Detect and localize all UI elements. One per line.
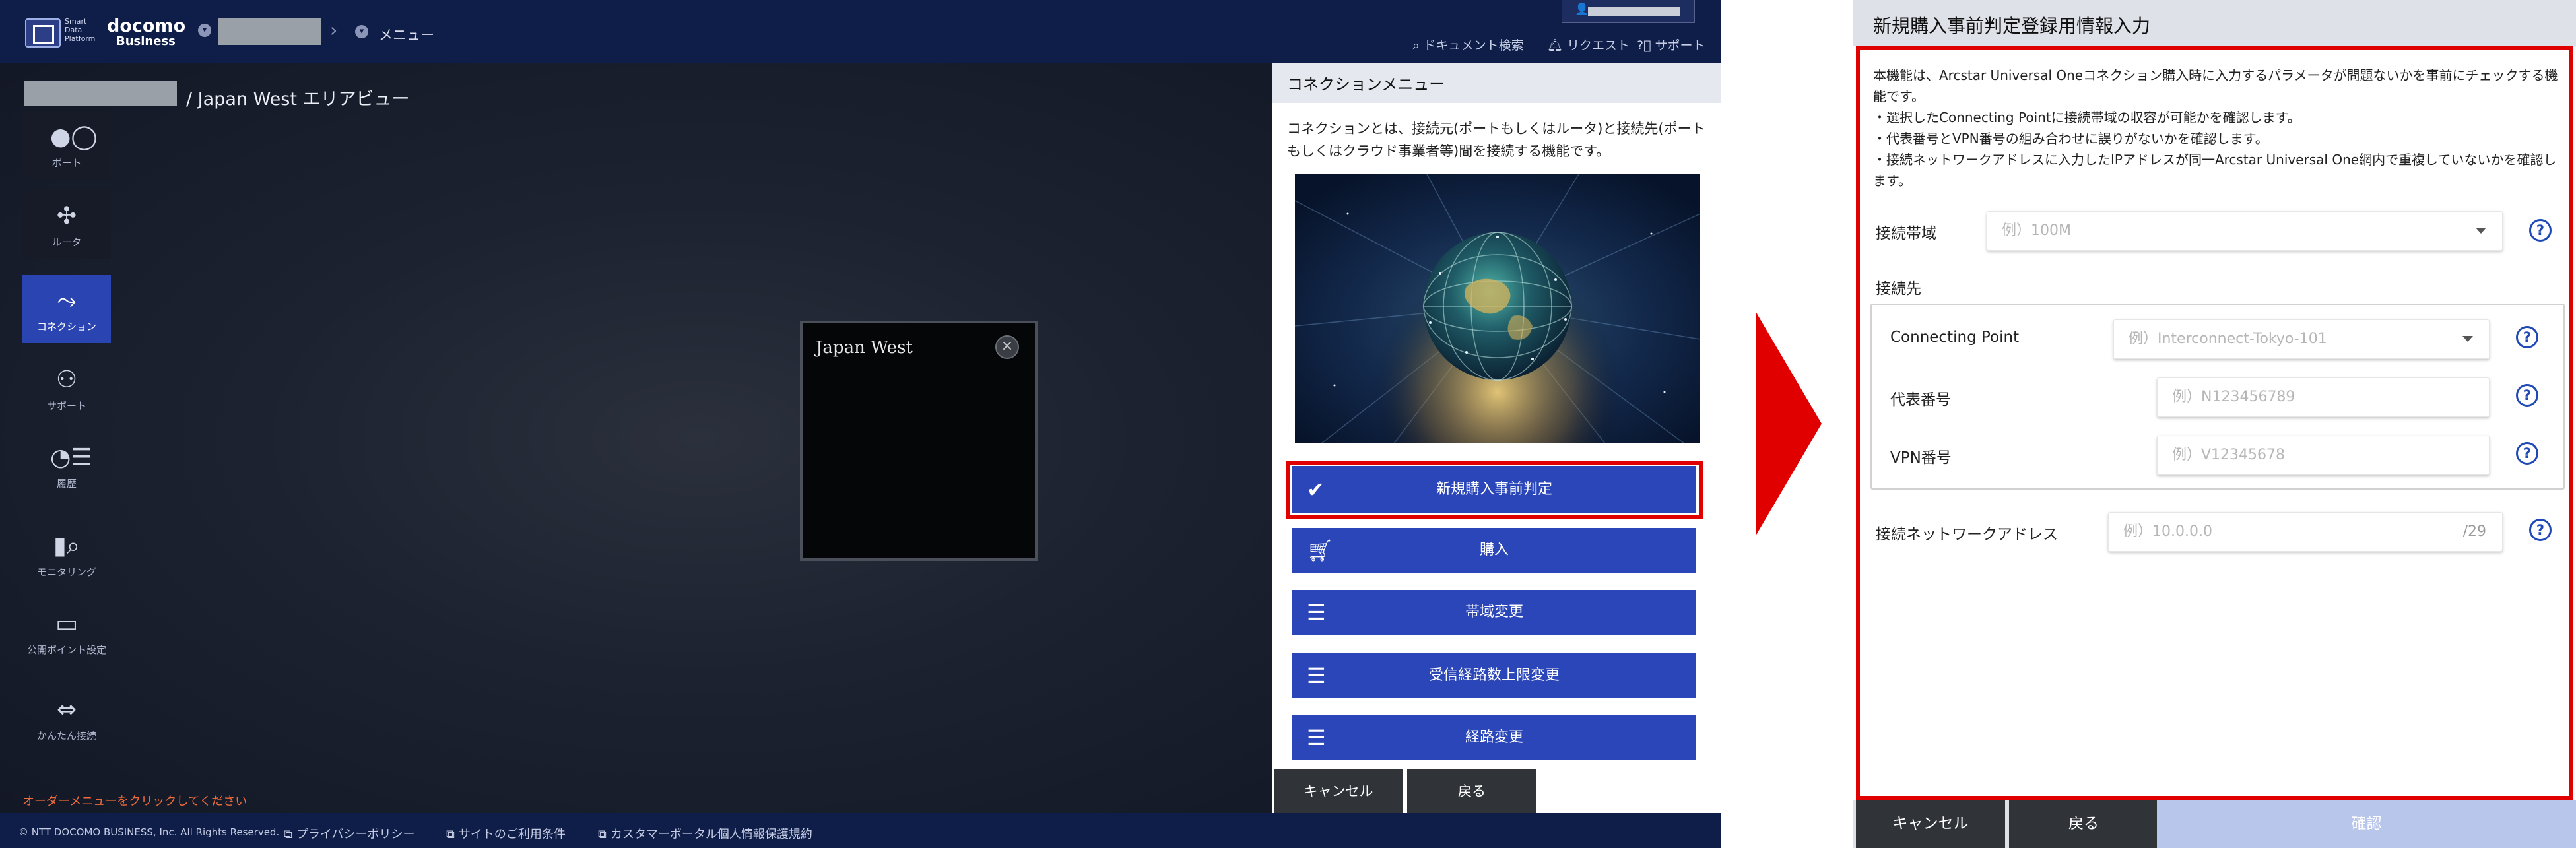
- sidebar-item-history[interactable]: ◔☰ 履歴: [22, 432, 111, 500]
- menu-link[interactable]: メニュー: [379, 24, 434, 44]
- external-link-icon: ⧉: [446, 828, 455, 841]
- area-title: / Japan West エリアビュー: [186, 89, 410, 110]
- monitoring-icon: ▮⌕: [53, 533, 80, 560]
- chevron-down-icon[interactable]: ▾: [355, 25, 368, 38]
- public-point-icon: ▭: [55, 610, 78, 637]
- region-card-title: Japan West: [816, 338, 913, 358]
- docomo-logo[interactable]: docomo: [107, 17, 186, 35]
- search-icon: ⌕: [1412, 38, 1420, 53]
- route-change-button[interactable]: ☰ 経路変更: [1292, 715, 1696, 760]
- docomo-logo-sub: Business: [116, 34, 176, 48]
- document-search-link[interactable]: ⌕ ドキュメント検索: [1412, 36, 1524, 53]
- bell-icon: 🔔︎: [1547, 38, 1564, 53]
- privacy-policy-link[interactable]: ⧉ プライバシーポリシー: [284, 825, 415, 842]
- vpn-number-input[interactable]: 例）V12345678: [2157, 436, 2490, 475]
- sidebar: ●◯ ポート ✣ ルータ ⤳ コネクション ⚇ サポート ◔☰ 履歴 ▮⌕ モニ…: [22, 111, 112, 750]
- connection-menu-title: コネクションメニュー: [1287, 75, 1445, 94]
- network-address-label: 接続ネットワークアドレス: [1876, 526, 2058, 543]
- bandwidth-change-button[interactable]: ☰ 帯域変更: [1292, 590, 1696, 635]
- sidebar-item-monitoring[interactable]: ▮⌕ モニタリング: [22, 520, 111, 589]
- help-icon[interactable]: ?: [2516, 442, 2538, 465]
- copyright-text: © NTT DOCOMO BUSINESS, Inc. All Rights R…: [18, 826, 280, 838]
- support-icon: ⚇: [55, 366, 78, 393]
- sidebar-item-port[interactable]: ●◯ ポート: [22, 111, 111, 179]
- caret-down-icon: [2462, 336, 2473, 342]
- form-back-button[interactable]: 戻る: [2009, 800, 2158, 848]
- rep-number-input[interactable]: 例）N123456789: [2157, 377, 2490, 417]
- caret-down-icon: [2476, 228, 2486, 234]
- order-hint-text: オーダーメニューをクリックしてください: [22, 795, 248, 808]
- form-description: 本機能は、Arcstar Universal Oneコネクション購入時に入力する…: [1873, 67, 2558, 189]
- panel-back-button[interactable]: 戻る: [1407, 769, 1536, 813]
- purchase-button[interactable]: 🛒︎ 購入: [1292, 528, 1696, 573]
- form-title: 新規購入事前判定登録用情報入力: [1873, 15, 2151, 37]
- port-icon: ●◯: [50, 123, 98, 150]
- portal-screen: Smart Data Platform docomo Business ▾ › …: [0, 0, 1721, 848]
- connection-icon: ⤳: [57, 287, 77, 314]
- help-icon: ?⃝: [1637, 38, 1651, 53]
- help-icon[interactable]: ?: [2529, 219, 2552, 242]
- customer-privacy-link[interactable]: ⧉ カスタマーポータル個人情報保護規約: [598, 825, 812, 842]
- connecting-point-select[interactable]: 例）Interconnect-Tokyo-101: [2113, 319, 2490, 359]
- form-cancel-button[interactable]: キャンセル: [1856, 800, 2005, 848]
- router-icon: ✣: [56, 203, 77, 230]
- vpn-number-label: VPN番号: [1890, 449, 1952, 467]
- destination-label: 接続先: [1876, 280, 1921, 298]
- help-icon[interactable]: ?: [2529, 519, 2552, 541]
- sidebar-item-easy-connect[interactable]: ⇔ かんたん接続: [22, 684, 111, 752]
- user-name-redacted: [1588, 7, 1680, 16]
- history-icon: ◔☰: [50, 444, 92, 471]
- area-prefix-redacted: [24, 81, 177, 106]
- user-icon: 👤: [1575, 3, 1589, 16]
- easy-connect-icon: ⇔: [56, 696, 77, 723]
- external-link-icon: ⧉: [284, 828, 292, 841]
- sidebar-item-public-point[interactable]: ▭ 公開ポイント設定: [22, 598, 111, 667]
- panel-cancel-button[interactable]: キャンセル: [1274, 769, 1403, 813]
- network-address-input[interactable]: 例）10.0.0.0 /29: [2108, 512, 2503, 552]
- route-limit-change-button[interactable]: ☰ 受信経路数上限変更: [1292, 653, 1696, 698]
- area-map[interactable]: [0, 63, 1272, 813]
- brand-small-text: Smart Data Platform: [65, 17, 96, 43]
- request-link[interactable]: 🔔︎ リクエスト: [1547, 36, 1630, 53]
- sidebar-item-router[interactable]: ✣ ルータ: [22, 190, 111, 259]
- connecting-point-label: Connecting Point: [1890, 329, 2020, 346]
- form-confirm-button[interactable]: 確認: [2157, 800, 2576, 848]
- close-icon[interactable]: ×: [995, 335, 1019, 359]
- chevron-down-icon[interactable]: ▾: [198, 24, 211, 37]
- sdp-logo-icon: [25, 18, 61, 48]
- connection-menu-description: コネクションとは、接続元(ポートもしくはルータ)と接続先(ポートもしくはクラウド…: [1287, 121, 1705, 159]
- chevron-right-icon: ›: [330, 19, 338, 41]
- help-icon[interactable]: ?: [2516, 384, 2538, 407]
- sidebar-item-support[interactable]: ⚇ サポート: [22, 354, 111, 422]
- support-link[interactable]: ?⃝ サポート: [1637, 36, 1705, 53]
- help-icon[interactable]: ?: [2516, 326, 2538, 348]
- bandwidth-select[interactable]: 例）100M: [1987, 211, 2503, 251]
- sidebar-item-connection[interactable]: ⤳ コネクション: [22, 275, 111, 343]
- terms-of-use-link[interactable]: ⧉ サイトのご利用条件: [446, 825, 566, 842]
- pre-purchase-check-button[interactable]: ✔︎ 新規購入事前判定: [1292, 466, 1696, 513]
- external-link-icon: ⧉: [598, 828, 607, 841]
- globe-network-image: [1295, 174, 1700, 443]
- tenant-name-redacted[interactable]: [218, 18, 321, 45]
- transition-arrow: [1756, 311, 1822, 536]
- rep-number-label: 代表番号: [1890, 391, 1951, 408]
- bandwidth-label: 接続帯域: [1876, 225, 1936, 242]
- prefix-length-text: /29: [2462, 523, 2486, 540]
